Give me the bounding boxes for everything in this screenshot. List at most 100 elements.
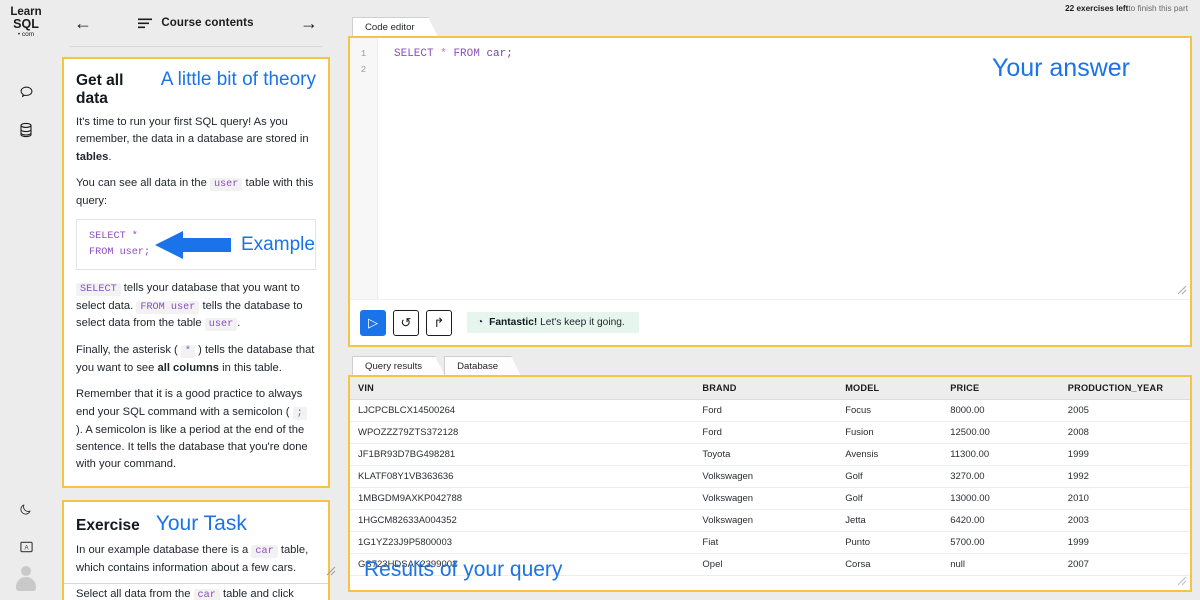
cell-brand: Volkswagen: [694, 509, 838, 532]
cell-price: 12500.00: [942, 421, 1060, 444]
reset-code-button[interactable]: ↺: [393, 309, 419, 336]
query-results-panel: VIN BRAND MODEL PRICE PRODUCTION_YEAR LJ…: [348, 375, 1192, 592]
column-header-vin[interactable]: VIN: [350, 377, 695, 400]
database-icon[interactable]: [0, 111, 52, 149]
lesson-scroll-area[interactable]: Get all data A little bit of theory It's…: [52, 47, 340, 600]
cell-price: 6420.00: [942, 509, 1060, 532]
exercise-card: Exercise Your Task In our example databa…: [62, 499, 330, 600]
table-row: JF1BR93D7BG498281 Toyota Avensis 11300.0…: [350, 443, 1190, 466]
cell-model: Fusion: [837, 421, 943, 444]
tab-database[interactable]: Database: [444, 356, 522, 376]
tab-query-results[interactable]: Query results: [352, 356, 446, 376]
cell-model: Focus: [837, 399, 943, 422]
cell-brand: Ford: [694, 421, 838, 444]
feedback-rest: Let's keep it going.: [537, 317, 625, 328]
exercise-p2-a: Select all data from the: [76, 587, 194, 600]
code-editor-panel: 1 2 SELECT * FROM car; Your answer ▷ ↺ ↱…: [348, 36, 1192, 347]
cell-model: Avensis: [837, 443, 943, 466]
next-exercise-button[interactable]: ↱: [426, 309, 452, 336]
cell-model: Golf: [837, 465, 943, 488]
hamburger-menu-icon: [138, 18, 153, 28]
cell-vin: 1HGCM82633A004352: [350, 509, 695, 532]
column-header-price[interactable]: PRICE: [942, 377, 1060, 400]
cell-vin: 1MBGDM9AXKP042788: [350, 487, 695, 510]
feedback-strong: Fantastic!: [489, 317, 538, 328]
table-row: KLATF08Y1VB363636 Volkswagen Golf 3270.0…: [350, 465, 1190, 488]
chat-bubble-icon[interactable]: [0, 73, 52, 111]
query-results-table: VIN BRAND MODEL PRICE PRODUCTION_YEAR LJ…: [350, 377, 1190, 576]
exercise-p1-a: In our example database there is a: [76, 543, 252, 556]
inline-code-car: car: [251, 544, 278, 558]
code-editor-area[interactable]: 1 2 SELECT * FROM car; Your answer: [350, 38, 1190, 299]
inline-code-car-2: car: [193, 588, 220, 600]
cell-brand: Volkswagen: [694, 465, 838, 488]
cell-brand: Volkswagen: [694, 487, 838, 510]
table-row: 1HGCM82633A004352 Volkswagen Jetta 6420.…: [350, 509, 1190, 532]
example-code-text: SELECT * FROM user;: [89, 229, 150, 260]
inline-code-user-2: user: [204, 318, 238, 332]
cell-production-year: 1999: [1059, 443, 1190, 466]
exercises-left-count: 22 exercises left: [1065, 4, 1129, 13]
inline-code-user: user: [209, 178, 243, 192]
cell-vin: 1G1YZ23J9P5800003: [350, 531, 695, 554]
editor-tabstrip: Code editor: [348, 17, 1192, 37]
cell-brand: Toyota: [694, 443, 838, 466]
cell-vin: LJCPCBLCX14500264: [350, 399, 695, 422]
example-code-line-2: FROM user;: [89, 246, 151, 258]
previous-lesson-button[interactable]: ←: [70, 14, 96, 32]
column-header-production-year[interactable]: PRODUCTION_YEAR: [1059, 377, 1190, 400]
app-root: Learn SQL • com A ← Course contents → Ge…: [0, 0, 1200, 600]
theory-card: Get all data A little bit of theory It's…: [62, 57, 330, 488]
theory-p1-a: It's time to run your first SQL query! A…: [76, 116, 309, 146]
exercise-paragraph-2: Select all data from the car table and c…: [76, 586, 316, 600]
keyboard-shortcuts-icon[interactable]: A: [0, 528, 52, 566]
inline-code-asterisk: *: [180, 345, 195, 359]
table-row: 1G1YZ23J9P5800003 Fiat Punto 5700.00 199…: [350, 531, 1190, 554]
lesson-pane-bottom-divider: [64, 583, 328, 584]
column-header-brand[interactable]: BRAND: [694, 377, 838, 400]
course-contents-button[interactable]: Course contents: [96, 17, 296, 29]
results-resize-handle[interactable]: [1177, 576, 1187, 588]
cell-model: Golf: [837, 487, 943, 510]
theory-p5-a: Remember that it is a good practice to a…: [76, 388, 303, 418]
cell-vin: JF1BR93D7BG498281: [350, 443, 695, 466]
annotation-exercise: Your Task: [155, 511, 247, 535]
course-contents-label: Course contents: [161, 17, 254, 29]
cell-price: 8000.00: [942, 399, 1060, 422]
editor-resize-handle[interactable]: [1177, 285, 1187, 297]
example-code-line-1: SELECT *: [89, 231, 138, 243]
cell-production-year: 1992: [1059, 465, 1190, 488]
dark-mode-icon[interactable]: [0, 490, 52, 528]
tab-code-editor-label: Code editor: [365, 21, 415, 33]
theory-p1-bold: tables: [76, 150, 109, 163]
cell-price: 13000.00: [942, 487, 1060, 510]
theory-paragraph-2: You can see all data in the user table w…: [76, 175, 316, 210]
cell-model: Jetta: [837, 509, 943, 532]
exercise-header: Exercise Your Task: [76, 512, 316, 536]
cell-brand: Fiat: [694, 531, 838, 554]
exercise-p2-b: table and click: [219, 587, 294, 600]
annotation-your-answer: Your answer: [991, 54, 1130, 82]
run-code-button[interactable]: ▷: [360, 309, 386, 336]
inline-code-from-user: FROM user: [136, 300, 200, 314]
cell-vin: WPOZZZ79ZTS372128: [350, 421, 695, 444]
theory-title: Get all data: [76, 72, 124, 107]
table-row: WPOZZZ79ZTS372128 Ford Fusion 12500.00 2…: [350, 421, 1190, 444]
lesson-pane-resize-handle[interactable]: [326, 566, 336, 576]
exercises-left-rest: to finish this part: [1128, 4, 1188, 13]
tab-query-results-label: Query results: [365, 360, 423, 372]
cell-price: null: [942, 553, 1060, 576]
tab-code-editor[interactable]: Code editor: [352, 17, 438, 37]
theory-p4-a: Finally, the asterisk (: [76, 344, 181, 357]
brand-logo[interactable]: Learn SQL • com: [0, 6, 52, 39]
cell-price: 3270.00: [942, 465, 1060, 488]
theory-p4-c: in this table.: [219, 362, 282, 375]
inline-code-semicolon: ;: [292, 406, 307, 420]
brand-line-2: SQL: [13, 17, 39, 32]
avatar[interactable]: [13, 566, 39, 592]
annotation-example: Example: [241, 233, 315, 255]
cell-price: 5700.00: [942, 531, 1060, 554]
column-header-model[interactable]: MODEL: [837, 377, 943, 400]
line-number: 2: [360, 65, 367, 75]
next-lesson-button[interactable]: →: [296, 14, 322, 32]
